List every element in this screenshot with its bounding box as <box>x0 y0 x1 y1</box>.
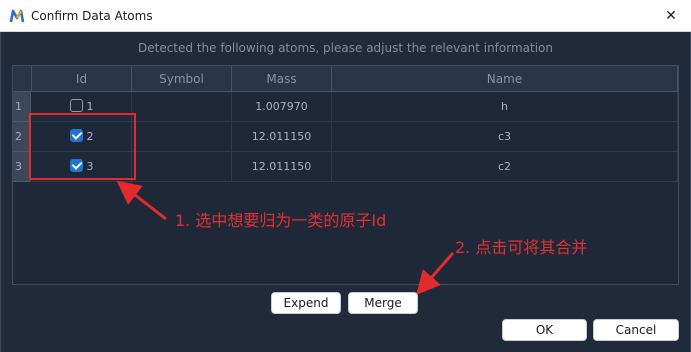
expand-button[interactable]: Expend <box>271 292 341 314</box>
row-checkbox[interactable] <box>69 99 83 112</box>
annotation-step-2: 2. 点击可将其合并 <box>455 238 588 257</box>
mass-cell[interactable]: 1.007970 <box>232 92 332 122</box>
mass-cell[interactable]: 12.011150 <box>232 152 332 182</box>
info-text: Detected the following atoms, please adj… <box>137 41 553 55</box>
symbol-cell[interactable] <box>132 152 232 182</box>
annotation-step-1: 1. 选中想要归为一类的原子Id <box>175 211 387 230</box>
column-header-mass[interactable]: Mass <box>232 66 332 92</box>
symbol-cell[interactable] <box>132 92 232 122</box>
ok-button[interactable]: OK <box>502 319 587 341</box>
close-icon[interactable]: ✕ <box>665 8 677 24</box>
column-header-id[interactable]: Id <box>32 66 132 92</box>
selection-highlight-box <box>29 113 136 180</box>
corner-cell <box>13 66 32 92</box>
symbol-cell[interactable] <box>132 122 232 152</box>
column-header-symbol[interactable]: Symbol <box>132 66 232 92</box>
column-header-name[interactable]: Name <box>332 66 678 92</box>
mass-cell[interactable]: 12.011150 <box>232 122 332 152</box>
table-header: Id Symbol Mass Name <box>13 66 678 92</box>
title-bar: Confirm Data Atoms ✕ <box>0 0 691 32</box>
merge-button[interactable]: Merge <box>348 292 418 314</box>
close-button[interactable]: ✕ <box>651 0 691 32</box>
name-cell[interactable]: h <box>332 92 678 122</box>
window-title: Confirm Data Atoms <box>31 9 153 23</box>
id-value: 1 <box>86 100 94 113</box>
app-logo-icon <box>9 9 25 23</box>
name-cell[interactable]: c2 <box>332 152 678 182</box>
name-cell[interactable]: c3 <box>332 122 678 152</box>
cancel-button[interactable]: Cancel <box>593 319 679 341</box>
